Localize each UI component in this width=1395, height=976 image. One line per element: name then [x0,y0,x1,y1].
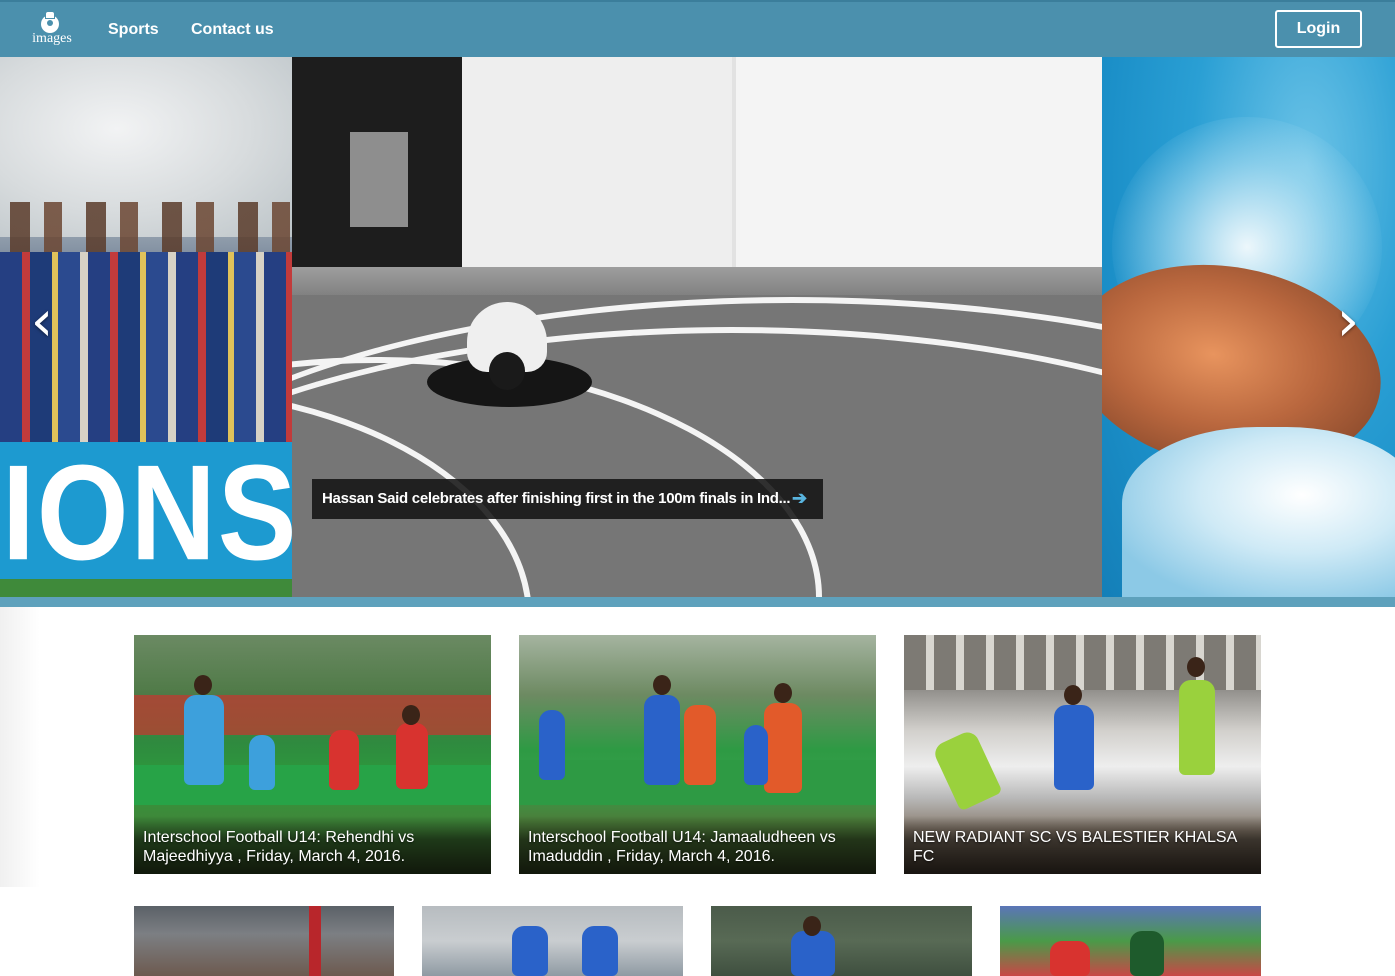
logo-text: images [32,31,72,46]
gallery-card[interactable]: NEW RADIANT SC VS BALESTIER KHALSA FC [904,635,1261,874]
gallery-card-image [134,906,394,976]
slide-banner-text: IONS [2,437,292,590]
player-figure [249,735,275,790]
player-figure [329,730,359,790]
player-head [774,683,792,703]
gallery-card-image [422,906,683,976]
player-figure [539,710,565,780]
carousel-caption-text: Hassan Said celebrates after finishing f… [322,490,791,507]
gallery-card[interactable] [134,906,394,976]
player-head [402,705,420,725]
carousel-next-button[interactable]: › [1328,294,1368,350]
gallery-card[interactable] [1000,906,1261,976]
player-figure [396,723,428,789]
player-figure [744,725,768,785]
slide-infield [292,267,1102,297]
player-head [803,916,821,936]
gallery-card-title: NEW RADIANT SC VS BALESTIER KHALSA FC [913,829,1237,865]
runner-head [489,352,525,390]
gallery-card-caption: Interschool Football U14: Jamaaludheen v… [519,816,876,874]
slide-water-foam [1122,427,1395,597]
player-figure [931,728,1003,812]
chevron-left-icon: ‹ [30,289,54,354]
gallery-card-image [711,906,972,976]
chevron-right-icon: › [1336,289,1360,354]
player-figure [644,695,680,785]
gallery-card[interactable]: Interschool Football U14: Jamaaludheen v… [519,635,876,874]
slide-wall-sign [350,132,408,227]
gallery-card[interactable] [422,906,683,976]
player-figure [1050,941,1090,976]
flag-pole [309,906,321,976]
player-figure [684,705,716,785]
site-logo[interactable]: images [28,10,76,50]
player-figure [184,695,224,785]
hero-divider [0,597,1395,607]
gallery-card-image [1000,906,1261,976]
player-figure [791,931,835,976]
gallery-card[interactable] [711,906,972,976]
arrow-right-icon[interactable]: ➔ [792,488,807,509]
slide-stadium-wall [292,57,1102,287]
top-navbar: images Sports Contact us Login [0,0,1395,57]
gallery-card[interactable]: Interschool Football U14: Rehendhi vs Ma… [134,635,491,874]
player-head [1187,657,1205,677]
player-head [194,675,212,695]
login-button[interactable]: Login [1275,10,1362,48]
gallery-card-caption: NEW RADIANT SC VS BALESTIER KHALSA FC [904,816,1261,874]
carousel-prev-button[interactable]: ‹ [22,294,62,350]
player-head [653,675,671,695]
player-figure [512,926,548,976]
player-figure [764,703,802,793]
gallery-card-caption: Interschool Football U14: Rehendhi vs Ma… [134,816,491,874]
player-figure [582,926,618,976]
player-figure [1054,705,1094,790]
slide-grass [0,579,292,597]
player-figure [1179,680,1215,775]
carousel-caption[interactable]: Hassan Said celebrates after finishing f… [312,479,823,519]
slide-wall-line [732,57,736,287]
nav-link-sports[interactable]: Sports [108,21,159,39]
gallery-card-title: Interschool Football U14: Jamaaludheen v… [528,829,836,865]
player-head [1064,685,1082,705]
player-figure [1130,931,1164,976]
nav-link-contact-us[interactable]: Contact us [191,21,274,39]
gallery-card-title: Interschool Football U14: Rehendhi vs Ma… [143,829,415,865]
side-shadow [0,607,40,887]
